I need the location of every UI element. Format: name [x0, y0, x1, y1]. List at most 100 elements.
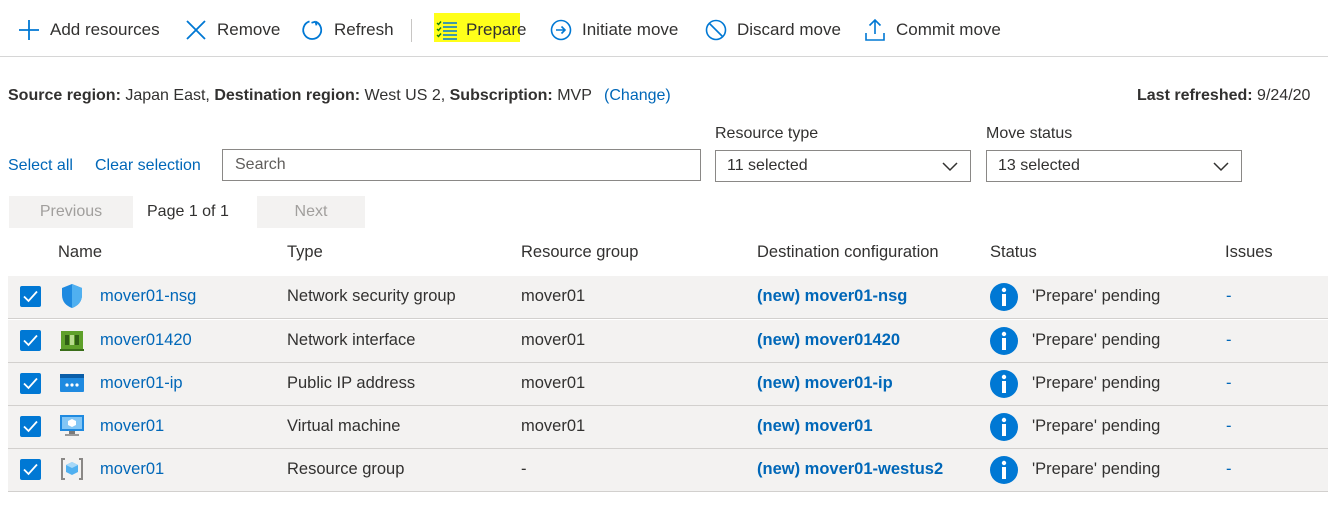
previous-page-button[interactable]: Previous — [9, 196, 133, 228]
destination-region-label: Destination region: — [214, 87, 361, 104]
status-cell: 'Prepare' pending — [1032, 460, 1161, 478]
row-checkbox[interactable] — [20, 373, 41, 394]
chevron-down-icon — [942, 159, 958, 178]
discard-move-label: Discard move — [737, 20, 841, 39]
subscription-value: MVP — [557, 87, 592, 104]
subscription-label: Subscription: — [449, 87, 553, 104]
toolbar-divider — [411, 19, 412, 42]
column-header-issues[interactable]: Issues — [1225, 243, 1273, 262]
prepare-list-icon — [436, 20, 458, 40]
remove-button[interactable]: Remove — [185, 13, 280, 47]
column-header-name[interactable]: Name — [58, 243, 102, 262]
column-header-resource-group[interactable]: Resource group — [521, 243, 638, 262]
resource-type-label: Resource type — [715, 125, 819, 142]
discard-move-button[interactable]: Discard move — [705, 13, 841, 47]
source-region-label: Source region: — [8, 87, 121, 104]
destination-configuration-link[interactable]: (new) mover01-westus2 — [757, 460, 943, 479]
page-indicator: Page 1 of 1 — [147, 203, 229, 220]
issues-cell[interactable]: - — [1226, 417, 1232, 436]
refresh-button[interactable]: Refresh — [300, 13, 394, 47]
status-cell: 'Prepare' pending — [1032, 417, 1161, 435]
issues-cell[interactable]: - — [1226, 374, 1232, 393]
plus-icon — [18, 19, 40, 41]
issues-cell[interactable]: - — [1226, 287, 1232, 306]
resource-name-link[interactable]: mover01-nsg — [100, 287, 196, 306]
public-ip-address-icon — [59, 370, 85, 396]
destination-region-value: West US 2, — [364, 87, 446, 104]
column-header-status[interactable]: Status — [990, 243, 1037, 262]
prepare-button[interactable]: Prepare — [436, 13, 526, 47]
clear-selection-link[interactable]: Clear selection — [95, 157, 201, 175]
info-icon — [989, 369, 1019, 399]
info-icon — [989, 282, 1019, 312]
resource-name-link[interactable]: mover01-ip — [100, 374, 183, 393]
table-row[interactable]: mover01 Virtual machine mover01 (new) mo… — [8, 406, 1328, 449]
destination-configuration-link[interactable]: (new) mover01 — [757, 417, 873, 436]
refresh-label: Refresh — [334, 20, 394, 39]
last-refreshed-value: 9/24/20 — [1257, 87, 1311, 104]
network-interface-icon — [59, 327, 85, 353]
move-status-dropdown[interactable]: 13 selected — [986, 150, 1242, 182]
issues-cell[interactable]: - — [1226, 331, 1232, 350]
commit-move-button[interactable]: Commit move — [864, 13, 1001, 47]
resource-type-cell: Network interface — [287, 331, 416, 349]
arrow-circle-right-icon — [550, 19, 572, 41]
command-bar: Add resources Remove Refresh Prepare Ini… — [0, 0, 1328, 57]
prepare-label: Prepare — [466, 20, 527, 39]
resource-name-link[interactable]: mover01 — [100, 417, 164, 436]
resource-type-value: 11 selected — [727, 157, 808, 174]
table-row[interactable]: mover01-nsg Network security group mover… — [8, 276, 1328, 319]
resource-group-icon — [59, 456, 85, 482]
search-input[interactable] — [222, 149, 701, 181]
initiate-move-button[interactable]: Initiate move — [550, 13, 678, 47]
resource-name-link[interactable]: mover01 — [100, 460, 164, 479]
column-header-destination-configuration[interactable]: Destination configuration — [757, 243, 939, 262]
column-header-type[interactable]: Type — [287, 243, 323, 262]
resource-type-cell: Network security group — [287, 287, 456, 305]
resource-group-cell: mover01 — [521, 287, 586, 305]
last-refreshed-label: Last refreshed: — [1137, 87, 1253, 104]
row-checkbox[interactable] — [20, 459, 41, 480]
row-checkbox[interactable] — [20, 286, 41, 307]
issues-cell[interactable]: - — [1226, 460, 1232, 479]
change-subscription-link[interactable]: (Change) — [604, 87, 671, 104]
resource-group-cell: mover01 — [521, 374, 586, 392]
virtual-machine-icon — [59, 413, 85, 439]
close-icon — [185, 19, 207, 41]
commit-move-label: Commit move — [896, 20, 1001, 39]
resource-type-cell: Virtual machine — [287, 417, 401, 435]
row-checkbox[interactable] — [20, 416, 41, 437]
resource-type-dropdown[interactable]: 11 selected — [715, 150, 971, 182]
resource-group-cell: mover01 — [521, 331, 586, 349]
row-checkbox[interactable] — [20, 330, 41, 351]
source-region-value: Japan East, — [125, 87, 210, 104]
status-cell: 'Prepare' pending — [1032, 287, 1161, 305]
move-status-value: 13 selected — [998, 157, 1080, 174]
move-summary: Source region: Japan East, Destination r… — [8, 87, 671, 105]
add-resources-button[interactable]: Add resources — [18, 13, 160, 47]
upload-icon — [864, 18, 886, 42]
resource-group-cell: - — [521, 460, 527, 478]
resource-type-cell: Public IP address — [287, 374, 416, 392]
destination-configuration-link[interactable]: (new) mover01420 — [757, 331, 900, 350]
info-icon — [989, 412, 1019, 442]
network-security-group-icon — [59, 283, 85, 309]
status-cell: 'Prepare' pending — [1032, 331, 1161, 349]
refresh-icon — [300, 18, 324, 42]
move-status-label: Move status — [986, 125, 1073, 142]
table-row[interactable]: mover01420 Network interface mover01 (ne… — [8, 320, 1328, 363]
resource-group-cell: mover01 — [521, 417, 586, 435]
resource-type-cell: Resource group — [287, 460, 405, 478]
destination-configuration-link[interactable]: (new) mover01-ip — [757, 374, 893, 393]
next-page-button[interactable]: Next — [257, 196, 365, 228]
last-refreshed: Last refreshed: 9/24/20 — [1137, 87, 1310, 105]
table-row[interactable]: mover01 Resource group - (new) mover01-w… — [8, 449, 1328, 492]
status-cell: 'Prepare' pending — [1032, 374, 1161, 392]
info-icon — [989, 326, 1019, 356]
select-all-link[interactable]: Select all — [8, 157, 73, 175]
chevron-down-icon — [1213, 159, 1229, 178]
table-row[interactable]: mover01-ip Public IP address mover01 (ne… — [8, 363, 1328, 406]
destination-configuration-link[interactable]: (new) mover01-nsg — [757, 287, 907, 306]
resource-name-link[interactable]: mover01420 — [100, 331, 192, 350]
remove-label: Remove — [217, 20, 281, 39]
